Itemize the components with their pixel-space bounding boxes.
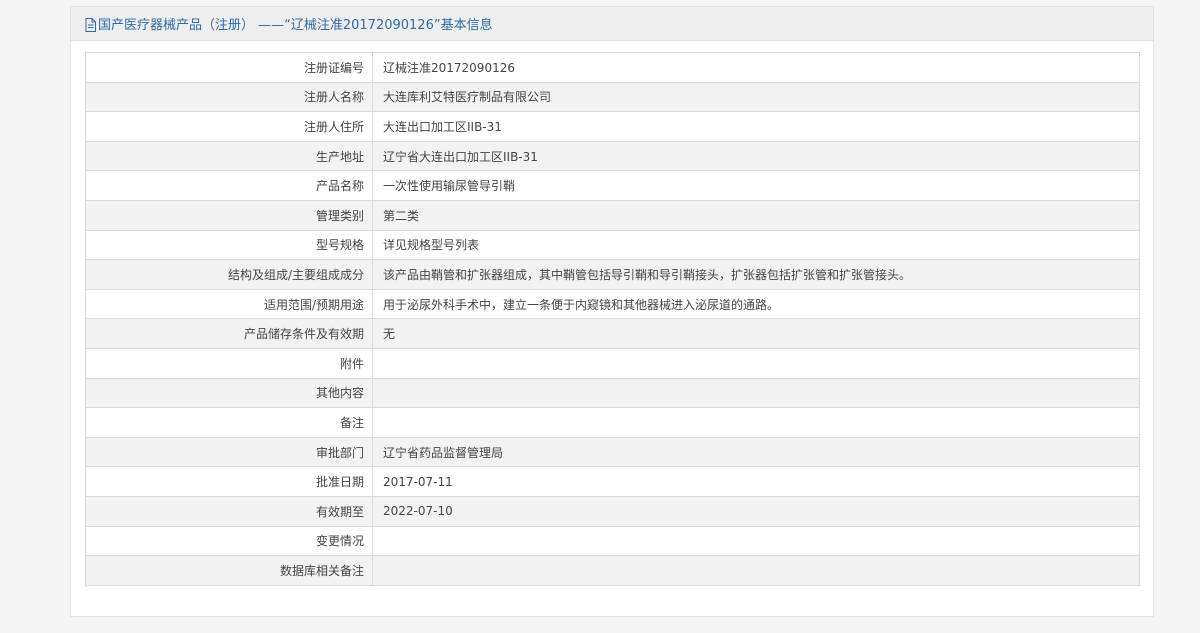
row-label: 管理类别 (85, 199, 373, 231)
table-row: 产品名称 一次性使用输尿管导引鞘 (85, 170, 1140, 201)
row-label: 有效期至 (85, 495, 373, 527)
row-label: 生产地址 (85, 140, 373, 172)
row-value (372, 377, 1140, 409)
row-label: 备注 (85, 407, 373, 438)
row-value: 辽械注准20172090126 (372, 52, 1140, 83)
table-row: 型号规格 详见规格型号列表 (85, 229, 1140, 261)
row-value: 2017-07-11 (372, 466, 1140, 497)
document-icon (85, 17, 96, 32)
table-row: 结构及组成/主要组成成分 该产品由鞘管和扩张器组成，其中鞘管包括导引鞘和导引鞘接头… (85, 259, 1140, 290)
table-row: 数据库相关备注 (85, 555, 1140, 586)
row-value: 辽宁省药品监督管理局 (372, 436, 1140, 468)
row-label: 其他内容 (85, 377, 373, 409)
row-label: 数据库相关备注 (85, 555, 373, 586)
table-row: 注册证编号 辽械注准20172090126 (85, 52, 1140, 83)
row-value: 辽宁省大连出口加工区IIB-31 (372, 140, 1140, 172)
row-value: 第二类 (372, 199, 1140, 231)
page-title: 国产医疗器械产品（注册） ——“辽械注准20172090126”基本信息 (98, 18, 493, 33)
row-value (372, 347, 1140, 379)
panel-header: 国产医疗器械产品（注册） ——“辽械注准20172090126”基本信息 (71, 7, 1153, 41)
table-row: 批准日期 2017-07-11 (85, 466, 1140, 497)
row-value: 详见规格型号列表 (372, 229, 1140, 261)
table-row: 审批部门 辽宁省药品监督管理局 (85, 436, 1140, 468)
row-label: 注册证编号 (85, 52, 373, 83)
table-row: 备注 (85, 407, 1140, 438)
row-label: 结构及组成/主要组成成分 (85, 259, 373, 290)
row-label: 注册人名称 (85, 81, 373, 113)
table-row: 适用范围/预期用途 用于泌尿外科手术中，建立一条便于内窥镜和其他器械进入泌尿道的通… (85, 288, 1140, 320)
table-row: 变更情况 (85, 525, 1140, 557)
row-value (372, 525, 1140, 557)
table-row: 注册人住所 大连出口加工区IIB-31 (85, 111, 1140, 142)
row-value: 用于泌尿外科手术中，建立一条便于内窥镜和其他器械进入泌尿道的通路。 (372, 288, 1140, 320)
table-row: 其他内容 (85, 377, 1140, 409)
row-label: 变更情况 (85, 525, 373, 557)
table-row: 产品储存条件及有效期无 (85, 318, 1140, 349)
row-value: 无 (372, 318, 1140, 349)
row-value: 大连出口加工区IIB-31 (372, 111, 1140, 142)
row-label: 适用范围/预期用途 (85, 288, 373, 320)
row-label: 型号规格 (85, 229, 373, 261)
row-value: 该产品由鞘管和扩张器组成，其中鞘管包括导引鞘和导引鞘接头，扩张器包括扩张管和扩张… (372, 259, 1140, 290)
row-label: 批准日期 (85, 466, 373, 497)
row-value (372, 407, 1140, 438)
table-row: 附件 (85, 347, 1140, 379)
row-label: 审批部门 (85, 436, 373, 468)
table-row: 注册人名称 大连库利艾特医疗制品有限公司 (85, 81, 1140, 113)
row-label: 产品储存条件及有效期 (85, 318, 373, 349)
row-value: 一次性使用输尿管导引鞘 (372, 170, 1140, 201)
row-label: 附件 (85, 347, 373, 379)
row-value (372, 555, 1140, 586)
row-label: 注册人住所 (85, 111, 373, 142)
row-label: 产品名称 (85, 170, 373, 201)
table-row: 管理类别 第二类 (85, 199, 1140, 231)
row-value: 大连库利艾特医疗制品有限公司 (372, 81, 1140, 113)
info-table: 注册证编号 辽械注准20172090126 注册人名称 大连库利艾特医疗制品有限公司… (85, 52, 1140, 586)
info-panel: 国产医疗器械产品（注册） ——“辽械注准20172090126”基本信息 注册证… (70, 6, 1154, 617)
table-row: 有效期至 2022-07-10 (85, 495, 1140, 527)
table-row: 生产地址 辽宁省大连出口加工区IIB-31 (85, 140, 1140, 172)
row-value: 2022-07-10 (372, 495, 1140, 527)
